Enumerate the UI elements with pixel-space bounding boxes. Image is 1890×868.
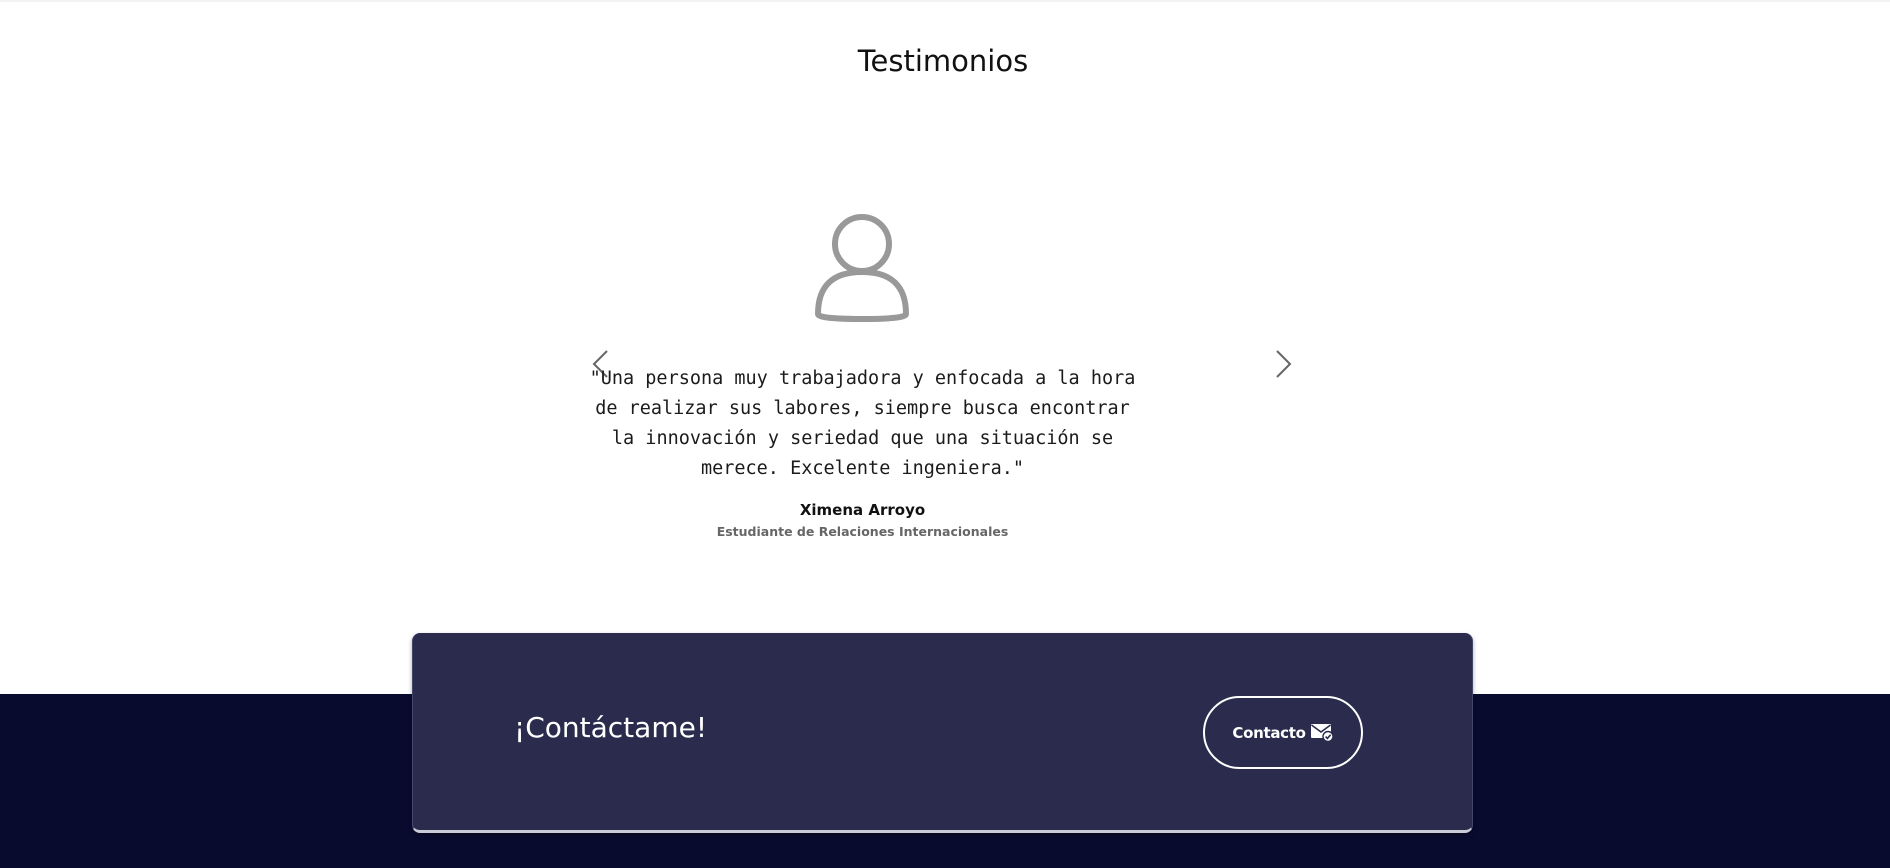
chevron-right-icon[interactable] [1272,348,1294,380]
section-title: Testimonios [857,44,1029,78]
testimonial-author-role: Estudiante de Relaciones Internacionales [716,524,1009,539]
page: Testimonios "Una persona muy trabajadora… [0,0,1890,868]
contact-card: ¡Contáctame! Contacto [412,633,1473,833]
testimonial-quote: "Una persona muy trabajadora y enfocada … [589,368,1136,479]
top-divider [0,0,1890,2]
contact-button[interactable]: Contacto [1203,696,1363,769]
contact-button-label: Contacto [1232,723,1306,742]
mail-check-icon [1310,723,1334,742]
contact-title: ¡Contáctame! [514,711,708,744]
user-icon [815,214,909,322]
testimonial-author-name: Ximena Arroyo [799,501,926,519]
testimonial-carousel: "Una persona muy trabajadora y enfocada … [580,190,1300,560]
